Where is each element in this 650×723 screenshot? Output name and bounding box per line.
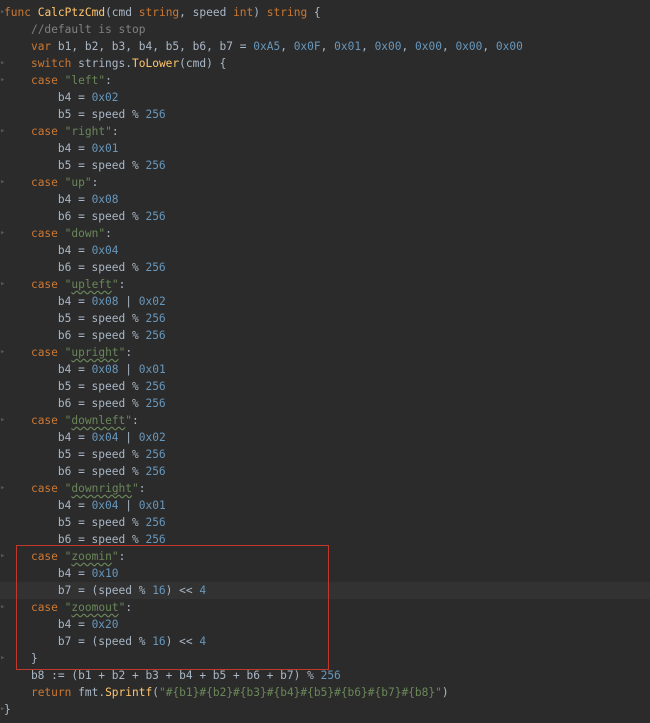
code-text: b6 = speed % 256 (4, 261, 166, 274)
code-text: b5 = speed % 256 (4, 448, 166, 461)
code-line[interactable]: ▸ case "left": (0, 72, 650, 89)
code-line[interactable]: ▸ case "downright": (0, 480, 650, 497)
code-line[interactable]: ▸ case "zoomout": (0, 599, 650, 616)
code-line[interactable]: b7 = (speed % 16) << 4 (0, 633, 650, 650)
code-text: b6 = speed % 256 (4, 465, 166, 478)
code-line[interactable]: b6 = speed % 256 (0, 327, 650, 344)
code-text: var b1, b2, b3, b4, b5, b6, b7 = 0xA5, 0… (30, 40, 523, 53)
code-line[interactable]: b4 = 0x08 | 0x02 (0, 293, 650, 310)
code-text: b4 = 0x04 (4, 244, 119, 257)
code-line[interactable]: ▸ func CalcPtzCmd(cmd string, speed int) … (0, 4, 650, 21)
code-line[interactable]: b6 = speed % 256 (0, 531, 650, 548)
code-text: b5 = speed % 256 (4, 108, 166, 121)
code-text: b4 = 0x08 (4, 193, 119, 206)
code-text: b4 = 0x04 | 0x02 (4, 431, 166, 444)
code-line[interactable]: ▸ case "upright": (0, 344, 650, 361)
code-text: case "down": (30, 227, 112, 240)
code-text: case "zoomout": (30, 601, 133, 614)
code-text: } (4, 703, 11, 716)
code-line[interactable]: b6 = speed % 256 (0, 208, 650, 225)
code-text: case "upleft": (30, 278, 126, 291)
code-line[interactable]: var b1, b2, b3, b4, b5, b6, b7 = 0xA5, 0… (0, 38, 650, 55)
code-text: b6 = speed % 256 (4, 329, 166, 342)
code-text: case "left": (30, 74, 112, 87)
code-line[interactable]: ▸ case "zoomin": (0, 548, 650, 565)
code-text: b5 = speed % 256 (4, 159, 166, 172)
code-text: b4 = 0x08 | 0x02 (4, 295, 166, 308)
code-line[interactable]: b6 = speed % 256 (0, 259, 650, 276)
code-text: b6 = speed % 256 (4, 533, 166, 546)
code-text: b6 = speed % 256 (4, 397, 166, 410)
code-line[interactable]: b5 = speed % 256 (0, 514, 650, 531)
code-line[interactable]: ▸ } (0, 650, 650, 667)
code-text: b4 = 0x02 (4, 91, 119, 104)
code-text: b4 = 0x08 | 0x01 (4, 363, 166, 376)
code-line[interactable]: ▸ case "up": (0, 174, 650, 191)
code-line[interactable]: b4 = 0x02 (0, 89, 650, 106)
code-text: case "zoomin": (30, 550, 126, 563)
code-text: b4 = 0x01 (4, 142, 119, 155)
code-line[interactable]: b5 = speed % 256 (0, 106, 650, 123)
code-line[interactable]: b4 = 0x10 (0, 565, 650, 582)
code-line[interactable]: b5 = speed % 256 (0, 378, 650, 395)
code-line[interactable]: b8 := (b1 + b2 + b3 + b4 + b5 + b6 + b7)… (0, 667, 650, 684)
code-text: b4 = 0x10 (4, 567, 119, 580)
code-line[interactable]: b5 = speed % 256 (0, 310, 650, 327)
code-text: b6 = speed % 256 (4, 210, 166, 223)
code-text: case "up": (30, 176, 99, 189)
code-line[interactable]: ▸ case "upleft": (0, 276, 650, 293)
code-line[interactable]: b6 = speed % 256 (0, 395, 650, 412)
code-line[interactable]: b4 = 0x20 (0, 616, 650, 633)
code-text: switch strings.ToLower(cmd) { (30, 57, 227, 70)
code-text: case "upright": (30, 346, 133, 359)
code-text: b4 = 0x04 | 0x01 (4, 499, 166, 512)
code-line[interactable]: ▸ case "right": (0, 123, 650, 140)
code-line[interactable]: b5 = speed % 256 (0, 446, 650, 463)
code-text: b5 = speed % 256 (4, 516, 166, 529)
code-editor[interactable]: ▸ func CalcPtzCmd(cmd string, speed int) … (0, 0, 650, 723)
code-text: b7 = (speed % 16) << 4 (4, 635, 207, 648)
code-text: func CalcPtzCmd(cmd string, speed int) s… (4, 6, 321, 19)
code-line[interactable]: b4 = 0x01 (0, 140, 650, 157)
code-text: b8 := (b1 + b2 + b3 + b4 + b5 + b6 + b7)… (4, 669, 341, 682)
code-line[interactable]: b4 = 0x04 | 0x01 (0, 497, 650, 514)
code-line[interactable]: b4 = 0x04 | 0x02 (0, 429, 650, 446)
code-line[interactable]: ▸} (0, 701, 650, 718)
code-text: b5 = speed % 256 (4, 312, 166, 325)
code-text: b7 = (speed % 16) << 4 (4, 584, 207, 597)
code-text: b5 = speed % 256 (4, 380, 166, 393)
code-line[interactable]: return fmt.Sprintf("#{b1}#{b2}#{b3}#{b4}… (0, 684, 650, 701)
code-line[interactable]: b5 = speed % 256 (0, 157, 650, 174)
code-line[interactable]: b7 = (speed % 16) << 4 (0, 582, 650, 599)
code-text: return fmt.Sprintf("#{b1}#{b2}#{b3}#{b4}… (30, 686, 449, 699)
code-text: //default is stop (30, 23, 146, 36)
code-line[interactable]: b4 = 0x04 (0, 242, 650, 259)
code-line[interactable]: ▸ case "down": (0, 225, 650, 242)
code-line[interactable]: b6 = speed % 256 (0, 463, 650, 480)
code-text: case "downright": (30, 482, 146, 495)
code-text: b4 = 0x20 (4, 618, 119, 631)
code-text: case "right": (30, 125, 119, 138)
code-line[interactable]: b4 = 0x08 | 0x01 (0, 361, 650, 378)
code-line[interactable]: ▸ case "downleft": (0, 412, 650, 429)
code-text: case "downleft": (30, 414, 139, 427)
code-line[interactable]: //default is stop (0, 21, 650, 38)
code-line[interactable]: ▸ switch strings.ToLower(cmd) { (0, 55, 650, 72)
code-line[interactable]: b4 = 0x08 (0, 191, 650, 208)
code-text: } (4, 652, 38, 665)
